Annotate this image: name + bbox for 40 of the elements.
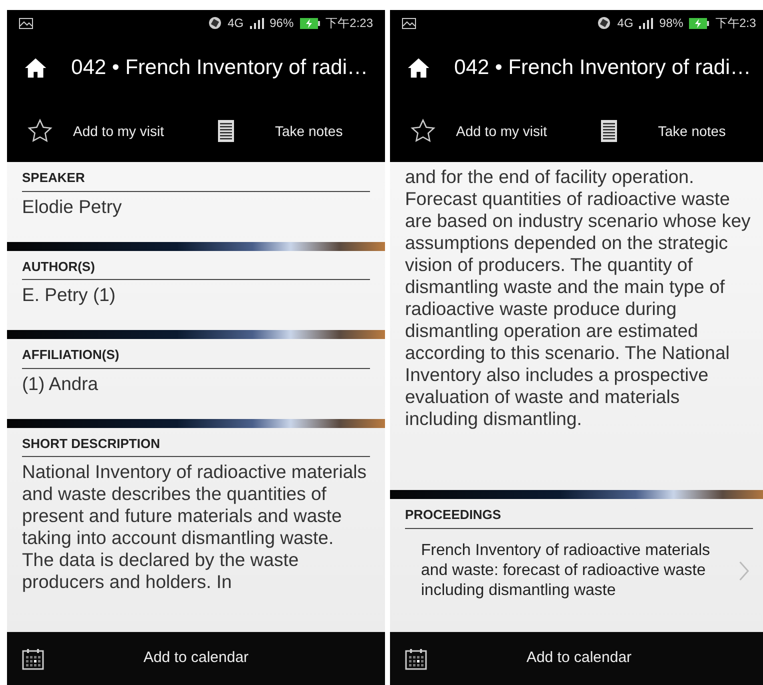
page-title: 042 • French Inventory of radi… bbox=[71, 55, 368, 82]
section-text: (1) Andra bbox=[22, 372, 100, 394]
sync-icon bbox=[597, 16, 612, 30]
battery-percent: 96% bbox=[270, 15, 294, 32]
section-text: and for the end of facility operation. Forecast quantities of radioactive waste are based on industry scenario whose key assumptions depended on the strategic vision of producers. The quantity of dismantling waste and the main type of radioactive waste produce during dismantling operation are estimated according to this scenario. The National Inventory also includes a prospective evaluation of waste and materials including dismantling. bbox=[405, 166, 752, 430]
take-notes-button[interactable]: Take notes bbox=[600, 119, 726, 143]
section-heading: PROCEEDINGS bbox=[405, 505, 753, 528]
calendar-icon bbox=[22, 648, 44, 670]
clock: 下午2:3 bbox=[715, 15, 756, 32]
add-to-visit-button[interactable]: Add to my visit bbox=[410, 118, 600, 144]
battery-percent: 98% bbox=[659, 15, 684, 32]
proceedings-link[interactable]: French Inventory of radioactive materials and waste: forecast of radioactive waste including dismantling waste bbox=[405, 540, 753, 600]
signal-icon bbox=[639, 18, 654, 28]
network-type: 4G bbox=[617, 15, 634, 32]
signal-icon bbox=[250, 18, 264, 28]
battery-icon bbox=[689, 18, 710, 28]
image-icon bbox=[402, 18, 416, 28]
notes-icon bbox=[217, 119, 235, 143]
add-to-visit-button[interactable]: Add to my visit bbox=[27, 118, 217, 144]
section-heading: AUTHOR(S) bbox=[22, 256, 370, 280]
home-icon[interactable] bbox=[24, 57, 48, 79]
battery-icon bbox=[300, 18, 320, 28]
section-text: National Inventory of radioactive materials and waste describes the quantities of present and future materials and waste taking into account dismantling waste. The data is declared by the waste producers and holders. In bbox=[22, 461, 368, 593]
star-icon bbox=[410, 118, 436, 144]
calendar-icon bbox=[405, 648, 427, 670]
clock: 下午2:23 bbox=[326, 15, 373, 32]
section-text: Elodie Petry bbox=[22, 196, 123, 218]
image-icon bbox=[19, 18, 33, 28]
home-icon[interactable] bbox=[407, 57, 430, 79]
section-heading: SHORT DESCRIPTION bbox=[22, 434, 370, 457]
chevron-right-icon bbox=[739, 560, 749, 580]
page-title: 042 • French Inventory of radi… bbox=[454, 55, 751, 82]
section-text: E. Petry (1) bbox=[22, 284, 117, 306]
notes-icon bbox=[600, 119, 618, 143]
star-icon bbox=[27, 118, 53, 144]
section-heading: AFFILIATION(S) bbox=[22, 345, 370, 368]
take-notes-button[interactable]: Take notes bbox=[217, 119, 343, 143]
network-type: 4G bbox=[228, 15, 244, 32]
section-heading: SPEAKER bbox=[22, 168, 370, 192]
sync-icon bbox=[208, 16, 222, 30]
